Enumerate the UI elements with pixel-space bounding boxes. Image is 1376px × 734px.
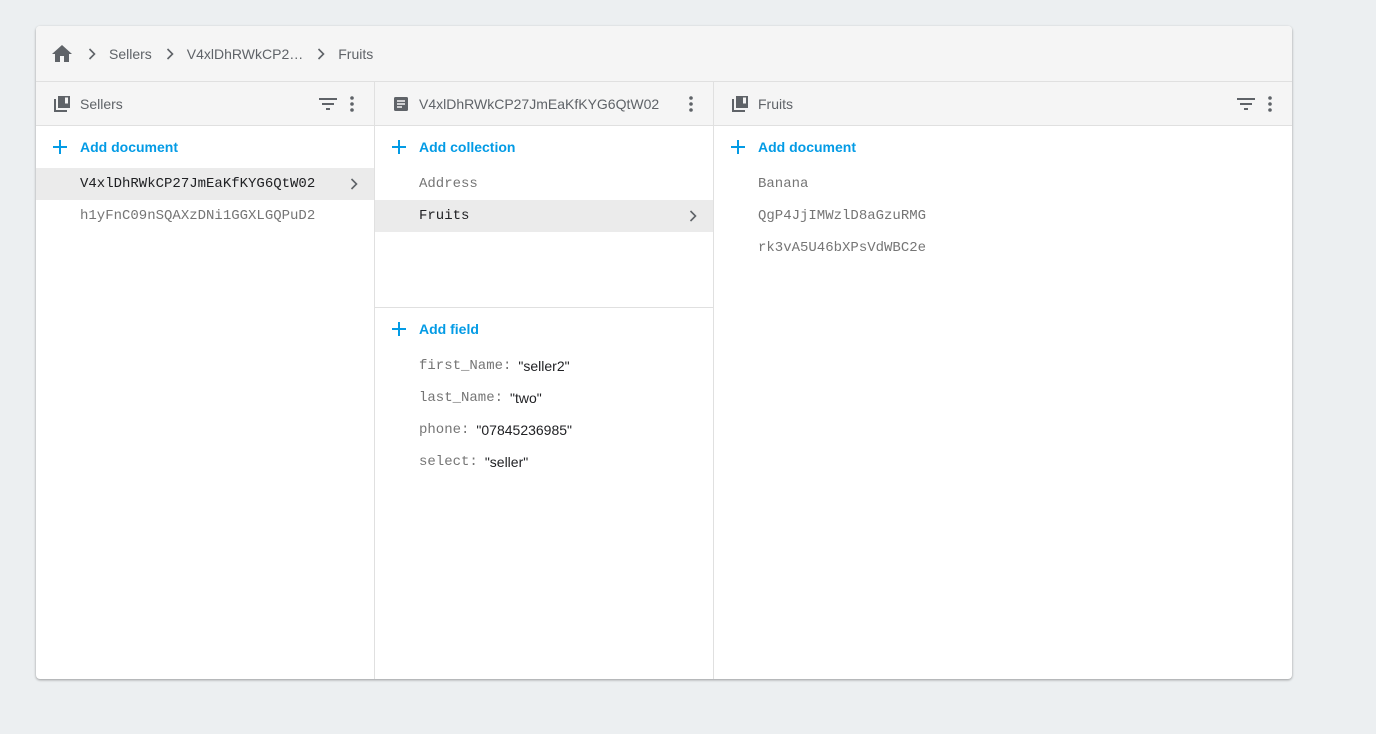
document-id: rk3vA5U46bXPsVdWBC2e (758, 240, 927, 256)
collection-icon (730, 94, 750, 114)
field-row[interactable]: phone: "07845236985" (375, 414, 713, 446)
home-icon[interactable] (50, 42, 74, 66)
plus-icon (389, 319, 409, 339)
document-title: V4xlDhRWkCP27JmEaKfKYG6QtW02 (419, 95, 660, 112)
field-row[interactable]: last_Name: "two" (375, 382, 713, 414)
database-panel: Sellers V4xlDhRWkCP2… Fruits Sellers Add… (36, 26, 1292, 679)
field-value: "two" (510, 390, 542, 406)
chevron-right-icon (162, 46, 178, 62)
add-document-label: Add document (80, 139, 178, 155)
plus-icon (50, 137, 70, 157)
subcollection-list-item[interactable]: Fruits (375, 200, 713, 232)
add-field-label: Add field (419, 321, 479, 337)
field-value: "seller" (484, 454, 529, 470)
breadcrumb-sellers[interactable]: Sellers (109, 46, 152, 62)
more-vert-icon[interactable] (679, 92, 703, 116)
field-key: first_Name: (419, 358, 512, 374)
add-collection-label: Add collection (419, 139, 516, 155)
add-document-label: Add document (758, 139, 856, 155)
filter-icon[interactable] (1234, 92, 1258, 116)
field-value: "seller2" (518, 358, 570, 374)
document-column: V4xlDhRWkCP27JmEaKfKYG6QtW02 Add collect… (375, 82, 714, 679)
plus-icon (728, 137, 748, 157)
document-id: V4xlDhRWkCP27JmEaKfKYG6QtW02 (80, 176, 316, 192)
more-vert-icon[interactable] (340, 92, 364, 116)
document-id: Banana (758, 176, 809, 192)
subcollection-name: Fruits (419, 208, 470, 224)
field-row[interactable]: select: "seller" (375, 446, 713, 478)
document-icon (391, 94, 411, 114)
document-list-item[interactable]: V4xlDhRWkCP27JmEaKfKYG6QtW02 (36, 168, 374, 200)
field-value: "07845236985" (476, 422, 573, 438)
breadcrumb-fruits[interactable]: Fruits (338, 46, 373, 62)
collection-header: Sellers (36, 82, 374, 126)
add-collection-button[interactable]: Add collection (375, 126, 713, 168)
field-key: select: (419, 454, 478, 470)
filter-icon[interactable] (316, 92, 340, 116)
field-key: phone: (419, 422, 470, 438)
document-list-item[interactable]: Banana (714, 168, 1292, 200)
chevron-right-icon (84, 46, 100, 62)
chevron-right-icon (685, 208, 701, 224)
add-document-button[interactable]: Add document (714, 126, 1292, 168)
chevron-right-icon (313, 46, 329, 62)
field-row[interactable]: first_Name: "seller2" (375, 350, 713, 382)
breadcrumb: Sellers V4xlDhRWkCP2… Fruits (36, 26, 1292, 82)
add-field-button[interactable]: Add field (375, 308, 713, 350)
more-vert-icon[interactable] (1258, 92, 1282, 116)
document-list-item[interactable]: h1yFnC09nSQAXzDNi1GGXLGQPuD2 (36, 200, 374, 232)
add-document-button[interactable]: Add document (36, 126, 374, 168)
subcollection-column: Fruits Add document Banana QgP4JjIMWzlD8… (714, 82, 1292, 679)
document-id: QgP4JjIMWzlD8aGzuRMG (758, 208, 927, 224)
chevron-right-icon (346, 176, 362, 192)
field-key: last_Name: (419, 390, 504, 406)
document-header: V4xlDhRWkCP27JmEaKfKYG6QtW02 (375, 82, 713, 126)
document-list-item[interactable]: rk3vA5U46bXPsVdWBC2e (714, 232, 1292, 264)
subcollection-list-item[interactable]: Address (375, 168, 713, 200)
document-list-item[interactable]: QgP4JjIMWzlD8aGzuRMG (714, 200, 1292, 232)
document-id: h1yFnC09nSQAXzDNi1GGXLGQPuD2 (80, 208, 316, 224)
plus-icon (389, 137, 409, 157)
subcollection-title: Fruits (758, 95, 793, 112)
collection-column: Sellers Add document V4xlDhRWkCP27JmEaKf… (36, 82, 375, 679)
collection-icon (52, 94, 72, 114)
subcollection-name: Address (419, 176, 478, 192)
breadcrumb-document[interactable]: V4xlDhRWkCP2… (187, 46, 303, 62)
subcollection-header: Fruits (714, 82, 1292, 126)
collection-title: Sellers (80, 95, 123, 112)
